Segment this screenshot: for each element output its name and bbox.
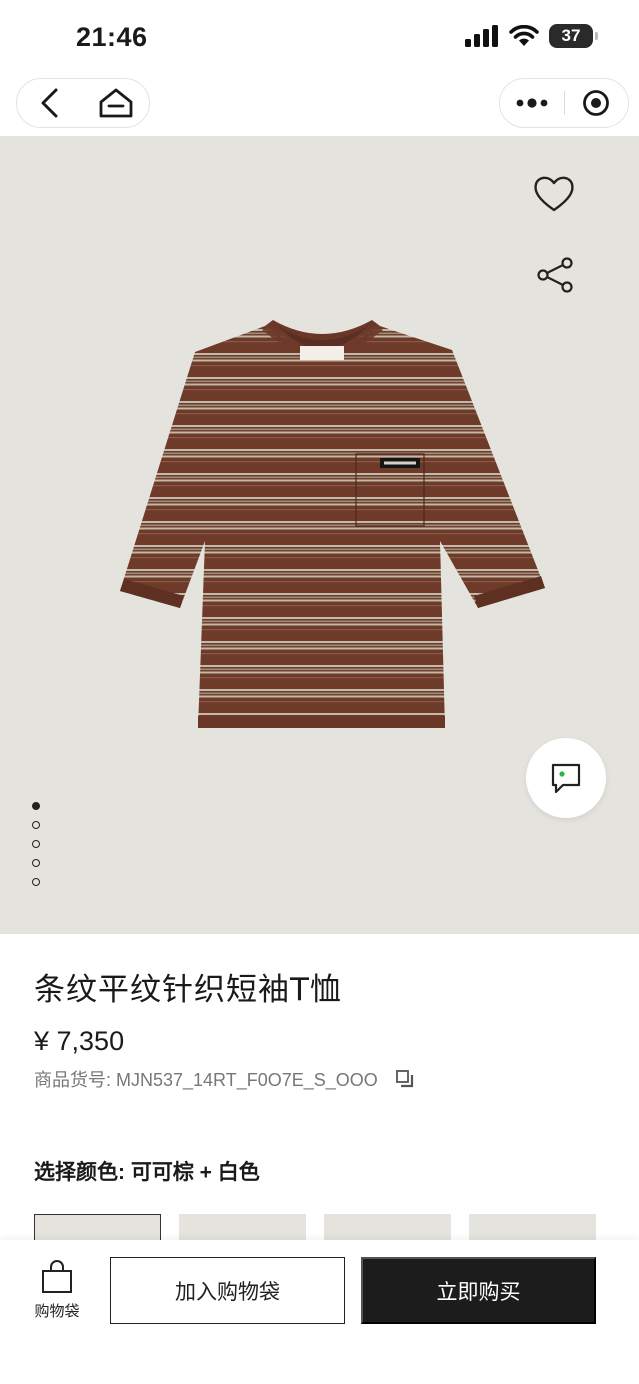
status-time: 21:46: [76, 22, 148, 52]
share-button[interactable]: [530, 250, 580, 300]
product-price: ¥ 7,350: [34, 1026, 125, 1056]
color-selection-label: 选择颜色: 可可棕 + 白色: [34, 1161, 260, 1184]
pagination-dot-1[interactable]: [32, 802, 40, 810]
favorite-button[interactable]: [526, 166, 582, 222]
back-icon: [41, 88, 58, 118]
pagination-dot-3[interactable]: [32, 840, 40, 848]
chat-button[interactable]: [526, 738, 606, 818]
add-to-bag-button[interactable]: 加入购物袋: [110, 1257, 345, 1324]
share-icon: [537, 257, 573, 293]
heart-icon: [534, 176, 574, 212]
product-title: 条纹平纹针织短袖T恤: [34, 972, 342, 1008]
nav-right-capsule: [499, 78, 629, 128]
nav-bar: [0, 72, 639, 136]
bottom-action-bar: 购物袋 加入购物袋 立即购买: [0, 1240, 639, 1384]
home-icon: [99, 88, 133, 118]
sku-row: 商品货号: MJN537_14RT_F0O7E_S_OOO: [34, 1066, 414, 1092]
battery-icon: 37: [549, 24, 598, 48]
signal-icon: [465, 25, 498, 47]
product-sku: 商品货号: MJN537_14RT_F0O7E_S_OOO: [34, 1070, 378, 1090]
more-icon: [516, 98, 548, 108]
pagination-dot-5[interactable]: [32, 878, 40, 886]
target-icon: [583, 90, 610, 116]
product-gallery[interactable]: [0, 136, 639, 934]
wifi-icon: [509, 25, 539, 46]
shopping-bag-label: 购物袋: [34, 1303, 80, 1320]
battery-level: 37: [561, 26, 581, 45]
copy-icon[interactable]: [395, 1070, 414, 1088]
more-button[interactable]: [500, 78, 564, 128]
status-bar: 21:46 37: [0, 0, 639, 72]
shopping-bag-button[interactable]: 购物袋: [22, 1260, 92, 1321]
buy-now-button[interactable]: 立即购买: [361, 1257, 596, 1324]
back-button[interactable]: [17, 78, 83, 128]
home-button[interactable]: [83, 78, 149, 128]
chat-icon: [551, 763, 581, 794]
shopping-bag-icon: [42, 1260, 72, 1293]
pagination-dot-4[interactable]: [32, 859, 40, 867]
nav-left-capsule: [16, 78, 150, 128]
close-miniprogram-button[interactable]: [565, 78, 629, 128]
gallery-pagination: [32, 802, 40, 886]
pagination-dot-2[interactable]: [32, 821, 40, 829]
status-icons: 37: [465, 24, 598, 48]
